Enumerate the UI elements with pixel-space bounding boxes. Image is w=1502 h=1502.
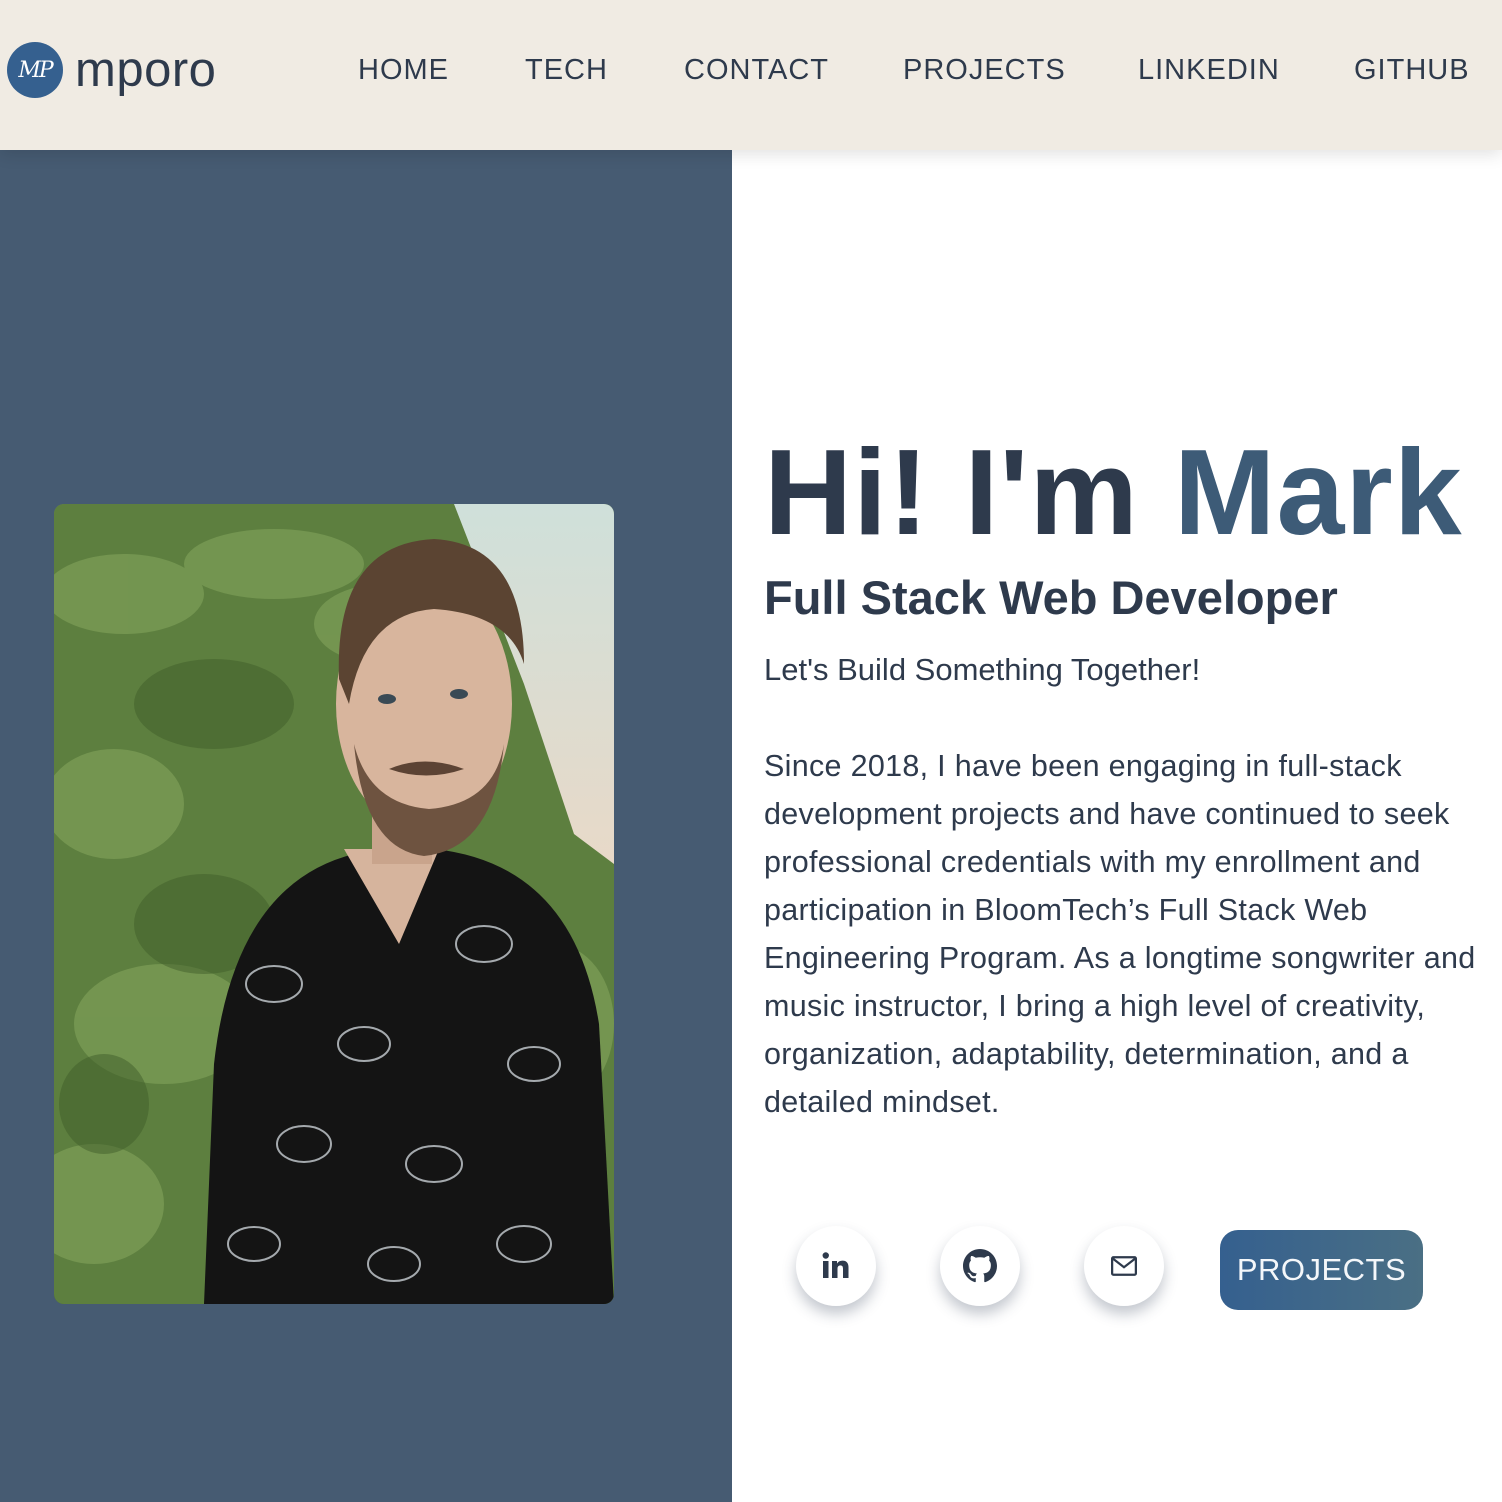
- hero-role: Full Stack Web Developer: [764, 571, 1338, 624]
- nav-tech[interactable]: TECH: [525, 53, 608, 87]
- github-button[interactable]: [940, 1226, 1020, 1306]
- hero-tagline: Let's Build Something Together!: [764, 652, 1201, 687]
- profile-photo-illustration: [54, 504, 614, 1304]
- github-icon: [963, 1249, 997, 1283]
- hero-name: Mark: [1173, 424, 1463, 560]
- brand-home-link[interactable]: MP mporo: [7, 42, 216, 98]
- email-button[interactable]: [1084, 1226, 1164, 1306]
- linkedin-button[interactable]: [796, 1226, 876, 1306]
- hero-bio: Since 2018, I have been engaging in full…: [764, 749, 1476, 1119]
- projects-button[interactable]: PROJECTS: [1220, 1230, 1423, 1310]
- logo-icon: MP: [7, 42, 63, 98]
- hero-greeting: Hi! I'm: [764, 424, 1174, 560]
- nav-github[interactable]: GITHUB: [1354, 53, 1470, 87]
- nav-home[interactable]: HOME: [358, 53, 449, 87]
- nav-linkedin[interactable]: LINKEDIN: [1138, 53, 1280, 87]
- profile-photo: [54, 504, 614, 1304]
- mail-icon: [1111, 1256, 1137, 1276]
- brand-name: mporo: [75, 43, 217, 97]
- linkedin-icon: [822, 1252, 849, 1278]
- nav-contact[interactable]: CONTACT: [684, 53, 829, 87]
- nav-projects[interactable]: PROJECTS: [903, 53, 1066, 87]
- navbar: MP mporo HOME TECH CONTACT PROJECTS LINK…: [0, 0, 1502, 150]
- hero-headline: Hi! I'm Mark: [764, 430, 1463, 554]
